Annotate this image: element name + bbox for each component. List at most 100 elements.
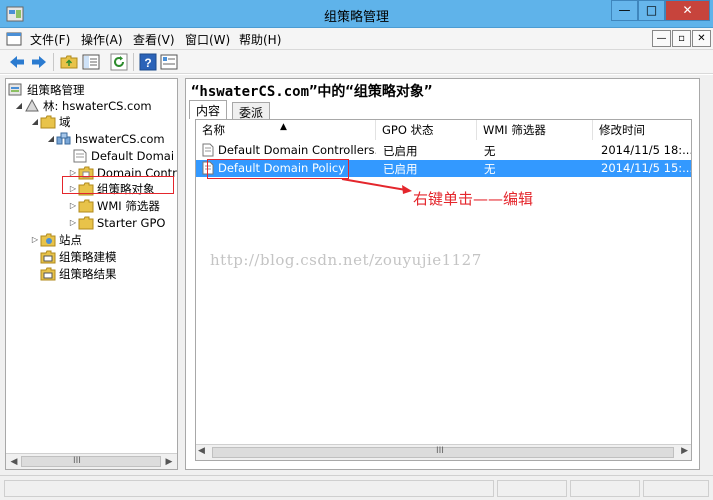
menu-help[interactable]: 帮助(H) bbox=[239, 31, 281, 48]
cell-modified: 2014/11/5 18:... bbox=[601, 143, 692, 157]
menu-action[interactable]: 操作(A) bbox=[81, 31, 123, 48]
domain-icon bbox=[56, 132, 71, 144]
folder-icon bbox=[40, 115, 56, 128]
tree-item-domains[interactable]: ◢ 域 bbox=[30, 113, 71, 130]
tree-item-forest[interactable]: ◢ 林: hswaterCS.com bbox=[14, 97, 152, 114]
sites-icon bbox=[40, 233, 56, 246]
collapse-icon[interactable]: ◢ bbox=[30, 117, 40, 126]
scroll-thumb[interactable] bbox=[21, 456, 161, 467]
tree-item-label: hswaterCS.com bbox=[75, 131, 165, 146]
menu-file[interactable]: 文件(F) bbox=[30, 31, 70, 48]
maximize-button[interactable]: □ bbox=[638, 0, 665, 21]
back-arrow-icon[interactable] bbox=[8, 53, 26, 71]
column-header-wmi-filter[interactable]: WMI 筛选器 bbox=[477, 120, 593, 140]
svg-text:?: ? bbox=[144, 56, 151, 70]
tab-contents[interactable]: 内容 bbox=[189, 100, 228, 119]
up-folder-icon[interactable] bbox=[60, 53, 78, 71]
folder-icon bbox=[78, 199, 94, 212]
expand-icon[interactable]: ▷ bbox=[68, 218, 78, 227]
mdi-restore-button[interactable]: ▫ bbox=[672, 30, 691, 47]
show-tree-icon[interactable] bbox=[82, 53, 100, 71]
tree-item-gpm-root[interactable]: 组策略管理 bbox=[8, 81, 85, 98]
annotation-highlight-box bbox=[62, 176, 174, 194]
tree-item-label: 组策略结果 bbox=[59, 266, 117, 281]
list-horizontal-scrollbar[interactable]: ◀ III ▶ bbox=[196, 444, 691, 460]
scroll-left-button[interactable]: ◀ bbox=[198, 446, 205, 456]
status-bar bbox=[0, 475, 713, 500]
column-header-name[interactable]: 名称 ▲ bbox=[196, 120, 376, 140]
toolbar: ? bbox=[0, 50, 713, 74]
column-header-modified[interactable]: 修改时间 bbox=[593, 120, 691, 140]
tab-delegation[interactable]: 委派 bbox=[232, 102, 271, 120]
scroll-left-button[interactable]: ◀ bbox=[7, 455, 21, 469]
scroll-right-button[interactable]: ▶ bbox=[681, 446, 688, 456]
tree-item-label: WMI 筛选器 bbox=[97, 198, 160, 213]
tree-item-label: Default Domai bbox=[91, 148, 175, 163]
collapse-icon[interactable]: ◢ bbox=[46, 134, 56, 143]
forward-arrow-icon[interactable] bbox=[30, 53, 48, 71]
mdi-close-button[interactable]: ✕ bbox=[692, 30, 711, 47]
tree-item-starter-gpo[interactable]: ▷ Starter GPO bbox=[68, 214, 166, 231]
toolbar-separator bbox=[133, 53, 134, 71]
title-bar: 组策略管理 — □ ✕ bbox=[0, 0, 713, 28]
tree-item-gp-modeling[interactable]: 组策略建模 bbox=[40, 248, 117, 265]
annotation-text: 右键单击——编辑 bbox=[413, 190, 534, 208]
help-icon[interactable]: ? bbox=[139, 53, 157, 71]
status-segment bbox=[497, 480, 567, 497]
collapse-icon[interactable]: ◢ bbox=[14, 101, 24, 110]
tree-item-default-domain-link[interactable]: Default Domai bbox=[72, 147, 174, 164]
properties-icon[interactable] bbox=[160, 53, 178, 71]
tree-item-sites[interactable]: ▷ 站点 bbox=[30, 231, 82, 248]
console-tree: 组策略管理 ◢ 林: hswaterCS.com ◢ 域 ◢ hswaterCS… bbox=[5, 78, 178, 470]
toolbar-separator bbox=[53, 53, 54, 71]
refresh-icon[interactable] bbox=[110, 53, 128, 71]
status-segment bbox=[643, 480, 709, 497]
tree-item-wmi-filters[interactable]: ▷ WMI 筛选器 bbox=[68, 197, 160, 214]
minimize-button[interactable]: — bbox=[611, 0, 638, 21]
gpo-link-icon bbox=[73, 149, 87, 162]
details-pane: “hswaterCS.com”中的“组策略对象” 内容 委派 名称 ▲ GPO … bbox=[185, 78, 700, 470]
menu-bar: 文件(F) 操作(A) 查看(V) 窗口(W) 帮助(H) — ▫ ✕ bbox=[0, 28, 713, 50]
status-segment bbox=[570, 480, 640, 497]
modeling-icon bbox=[40, 250, 56, 263]
expand-icon[interactable]: ▷ bbox=[68, 201, 78, 210]
tree-horizontal-scrollbar[interactable]: ◀ III ▶ bbox=[6, 453, 177, 469]
tree-item-gp-results[interactable]: 组策略结果 bbox=[40, 265, 117, 282]
cell-status: 已启用 bbox=[383, 144, 418, 158]
cell-modified: 2014/11/5 15:... bbox=[601, 161, 692, 175]
gpm-icon bbox=[8, 83, 22, 95]
cell-wmi: 无 bbox=[484, 144, 496, 158]
scroll-grip: III bbox=[436, 446, 444, 456]
tree-item-label: 林: hswaterCS.com bbox=[43, 98, 152, 113]
close-button[interactable]: ✕ bbox=[665, 0, 710, 21]
table-row[interactable]: Default Domain Controllers... 已启用 无 2014… bbox=[196, 142, 692, 159]
scroll-grip: III bbox=[73, 456, 81, 466]
annotation-highlight-box bbox=[207, 159, 349, 179]
column-header-gpo-status[interactable]: GPO 状态 bbox=[376, 120, 477, 140]
tree-item-label: 域 bbox=[59, 114, 71, 129]
annotation-arrow bbox=[341, 178, 412, 194]
sort-ascending-icon: ▲ bbox=[280, 122, 287, 132]
tree-item-domain-hswatercs[interactable]: ◢ hswaterCS.com bbox=[46, 130, 165, 147]
pane-title: “hswaterCS.com”中的“组策略对象” bbox=[191, 84, 433, 100]
forest-icon bbox=[25, 98, 39, 111]
tree-item-label: 组策略管理 bbox=[27, 82, 85, 97]
menu-view[interactable]: 查看(V) bbox=[133, 31, 175, 48]
menu-window[interactable]: 窗口(W) bbox=[185, 31, 230, 48]
mdi-minimize-button[interactable]: — bbox=[652, 30, 671, 47]
tree-item-label: 站点 bbox=[59, 232, 82, 247]
expand-icon[interactable]: ▷ bbox=[30, 235, 40, 244]
folder-icon bbox=[78, 216, 94, 229]
mdi-controls: — ▫ ✕ bbox=[651, 30, 711, 47]
column-label: 名称 bbox=[202, 123, 225, 137]
window-title: 组策略管理 bbox=[323, 10, 389, 25]
results-icon bbox=[40, 267, 56, 280]
cell-name: Default Domain Controllers... bbox=[218, 143, 376, 157]
cell-wmi: 无 bbox=[484, 162, 496, 176]
watermark: http://blog.csdn.net/zouyujie1127 bbox=[210, 251, 482, 269]
status-segment-main bbox=[4, 480, 494, 497]
console-icon[interactable] bbox=[6, 31, 22, 47]
tree-item-label: 组策略建模 bbox=[59, 249, 117, 264]
scroll-right-button[interactable]: ▶ bbox=[162, 455, 176, 469]
tree-item-label: Starter GPO bbox=[97, 215, 166, 230]
